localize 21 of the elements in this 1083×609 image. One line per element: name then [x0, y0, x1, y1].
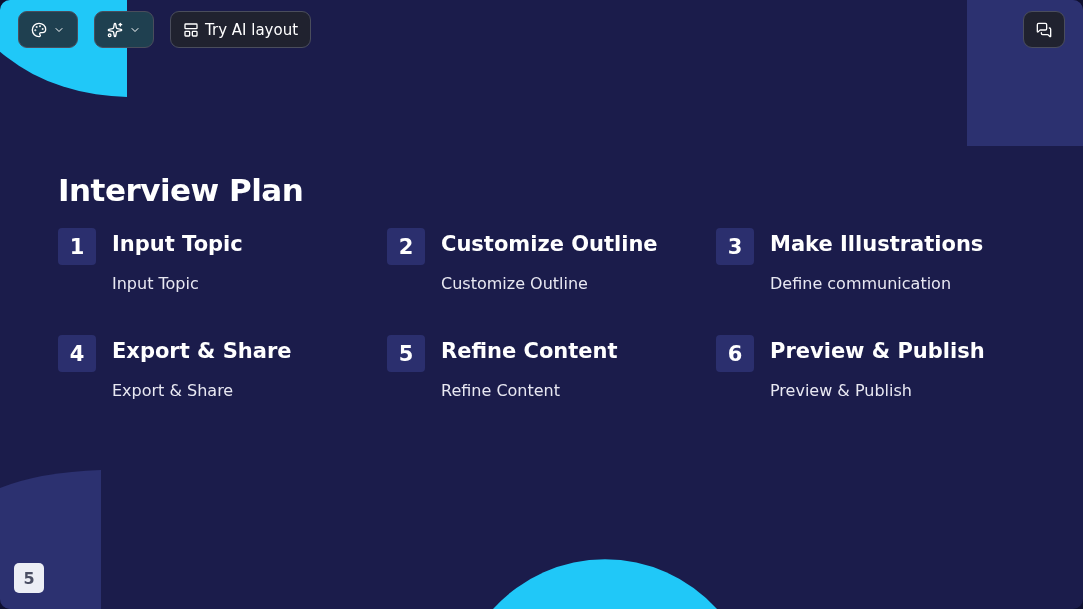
step-number: 2 [387, 228, 425, 265]
step-title: Customize Outline [441, 232, 658, 256]
step-number: 5 [387, 335, 425, 372]
step-description: Preview & Publish [770, 381, 913, 400]
step-title: Export & Share [112, 339, 292, 363]
step-description: Export & Share [112, 381, 235, 400]
step-number: 3 [716, 228, 754, 265]
try-ai-layout-button[interactable]: Try AI layout [170, 11, 312, 48]
step-title: Make Illustrations [770, 232, 984, 256]
page-number: 5 [14, 563, 44, 593]
step-title: Input Topic [112, 232, 243, 256]
step-number: 1 [58, 228, 96, 265]
step-title: Refine Content [441, 339, 618, 363]
step-description: Refine Content [441, 381, 562, 400]
step-description: Input Topic [112, 274, 200, 293]
step-description: Customize Outline [441, 274, 589, 293]
step-number: 4 [58, 335, 96, 372]
slide-title: Interview Plan [58, 172, 305, 208]
step-title: Preview & Publish [770, 339, 985, 363]
step-description: Define communication [770, 274, 953, 293]
step-number: 6 [716, 335, 754, 372]
